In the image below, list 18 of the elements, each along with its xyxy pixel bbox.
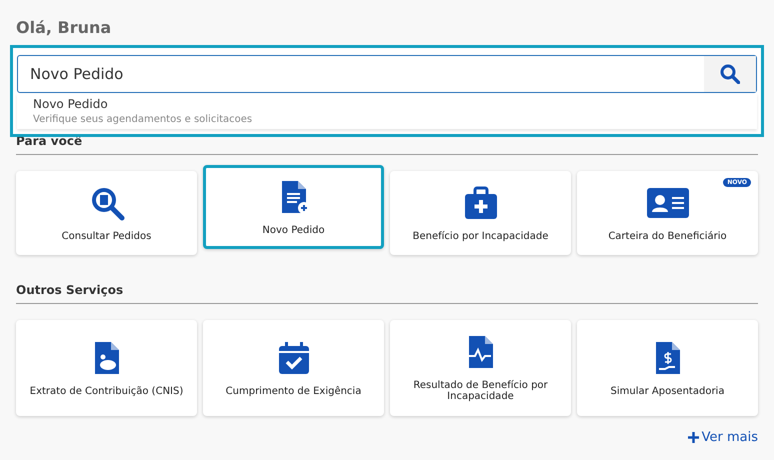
section-title: Outros Serviços <box>16 283 758 304</box>
section-title: Para você <box>16 134 758 155</box>
see-more-link[interactable]: Ver mais <box>688 430 758 445</box>
service-card[interactable]: Extrato de Contribuição (CNIS) <box>16 320 197 416</box>
service-card[interactable]: Novo Pedido <box>203 165 384 249</box>
medical-kit-icon <box>462 184 498 220</box>
search-icon <box>720 64 740 84</box>
suggestion-item[interactable]: Novo Pedido Verifique seus agendamentos e solicitacoes <box>17 93 757 129</box>
service-card[interactable]: Cumprimento de Exigência <box>203 320 384 416</box>
service-card[interactable]: Benefício por Incapacidade <box>390 171 571 255</box>
search-button[interactable] <box>704 56 756 92</box>
service-card[interactable]: Resultado de Benefício por Incapacidade <box>390 320 571 416</box>
suggestion-title: Novo Pedido <box>33 97 109 111</box>
greeting-title: Olá, Bruna <box>16 18 112 37</box>
plus-icon <box>688 432 699 443</box>
suggestion-subtitle: Verifique seus agendamentos e solicitacoes <box>33 114 254 125</box>
service-card[interactable]: Consultar Pedidos <box>16 171 197 255</box>
service-card[interactable]: Simular Aposentadoria <box>577 320 758 416</box>
